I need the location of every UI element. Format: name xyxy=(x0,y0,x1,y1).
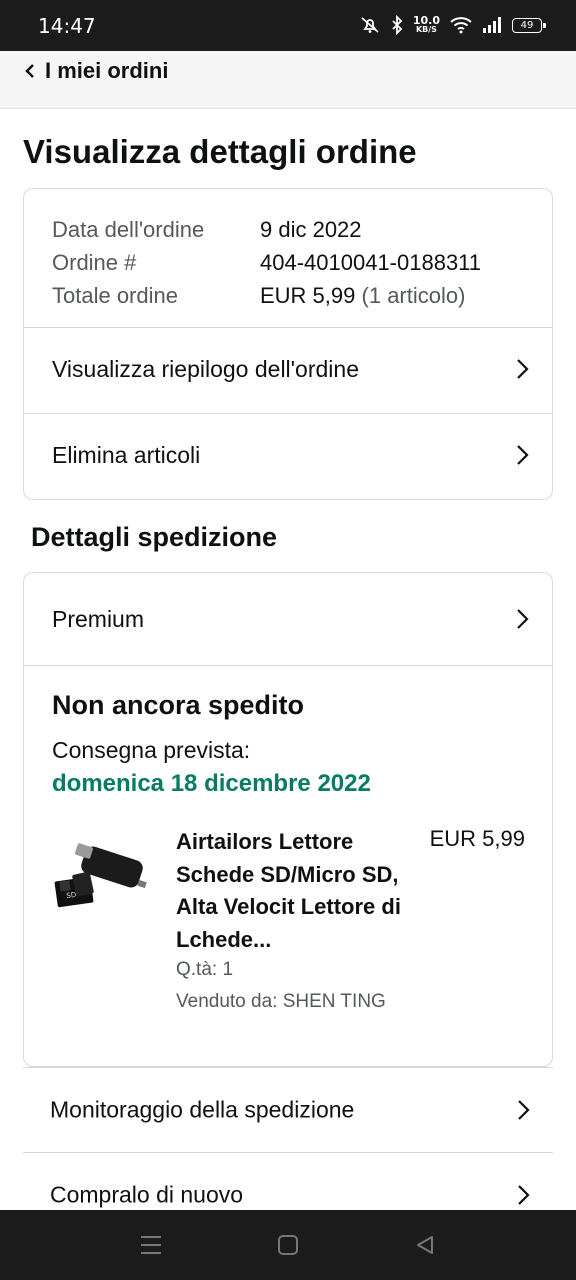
shipping-method-link[interactable]: Premium xyxy=(24,573,552,665)
order-number-row: Ordine # 404-4010041-0188311 xyxy=(52,246,481,279)
back-triangle-icon[interactable] xyxy=(412,1232,438,1258)
delete-items-link[interactable]: Elimina articoli xyxy=(24,413,552,497)
status-time: 14:47 xyxy=(38,14,96,38)
track-shipment-link[interactable]: Monitoraggio della spedizione xyxy=(23,1067,553,1152)
shipping-section-title: Dettagli spedizione xyxy=(31,522,278,552)
chevron-left-icon[interactable] xyxy=(20,61,40,81)
shipment-status: Non ancora spedito xyxy=(52,690,305,720)
shipping-card: Premium Non ancora spedito Consegna prev… xyxy=(23,572,553,1067)
track-shipment-label: Monitoraggio della spedizione xyxy=(50,1096,355,1123)
svg-text:SD: SD xyxy=(66,891,77,900)
order-item-count: (1 articolo) xyxy=(361,283,466,308)
product-seller: Venduto da: SHEN TING xyxy=(176,991,386,1012)
chevron-right-icon xyxy=(514,607,530,631)
order-number-label: Ordine # xyxy=(52,250,137,275)
order-summary-label: Visualizza riepilogo dell'ordine xyxy=(52,355,359,382)
signal-icon xyxy=(482,17,502,33)
top-nav: I miei ordini xyxy=(0,51,576,109)
net-speed: 10.0 KB/S xyxy=(412,14,440,34)
home-square-icon[interactable] xyxy=(275,1232,301,1258)
order-date-value: 9 dic 2022 xyxy=(260,217,362,242)
battery-icon: 49 xyxy=(512,17,546,33)
delivery-label: Consegna prevista: xyxy=(52,737,251,763)
bluetooth-icon xyxy=(391,15,403,35)
order-total-row: Totale ordine EUR 5,99 (1 articolo) xyxy=(52,279,481,312)
delete-items-label: Elimina articoli xyxy=(52,441,201,468)
product-price: EUR 5,99 xyxy=(429,826,525,851)
order-info: Data dell'ordine 9 dic 2022 Ordine # 404… xyxy=(52,213,481,312)
chevron-right-icon xyxy=(515,1098,531,1122)
back-link[interactable]: I miei ordini xyxy=(45,58,168,84)
status-bar: 14:47 10.0 KB/S 49 xyxy=(0,0,576,51)
order-total-label: Totale ordine xyxy=(52,283,178,308)
order-date-row: Data dell'ordine 9 dic 2022 xyxy=(52,213,481,246)
net-speed-value: 10.0 xyxy=(412,14,440,27)
chevron-right-icon xyxy=(514,357,530,381)
order-total-value: EUR 5,99 (1 articolo) xyxy=(260,279,465,312)
order-info-card: Data dell'ordine 9 dic 2022 Ordine # 404… xyxy=(23,188,553,500)
order-summary-link[interactable]: Visualizza riepilogo dell'ordine xyxy=(24,327,552,411)
system-nav-bar xyxy=(0,1210,576,1280)
delivery-date: domenica 18 dicembre 2022 xyxy=(52,770,371,797)
product-image[interactable]: SD xyxy=(52,843,152,923)
chevron-right-icon xyxy=(514,443,530,467)
mute-icon xyxy=(359,15,381,35)
order-number-value: 404-4010041-0188311 xyxy=(260,250,482,275)
menu-icon[interactable] xyxy=(138,1232,164,1258)
chevron-right-icon xyxy=(515,1183,531,1207)
page-title: Visualizza dettagli ordine xyxy=(23,133,417,170)
buy-again-label: Compralo di nuovo xyxy=(50,1181,244,1208)
status-icons: 10.0 KB/S 49 xyxy=(359,12,546,38)
shipping-method-label: Premium xyxy=(52,605,145,632)
net-speed-unit: KB/S xyxy=(415,25,437,34)
product-quantity: Q.tà: 1 xyxy=(176,959,234,980)
order-total-amount: EUR 5,99 xyxy=(260,283,356,308)
product-title[interactable]: Airtailors Lettore Schede SD/Micro SD, A… xyxy=(176,826,406,956)
wifi-icon xyxy=(450,16,472,34)
divider xyxy=(24,665,552,666)
order-date-label: Data dell'ordine xyxy=(52,217,205,242)
